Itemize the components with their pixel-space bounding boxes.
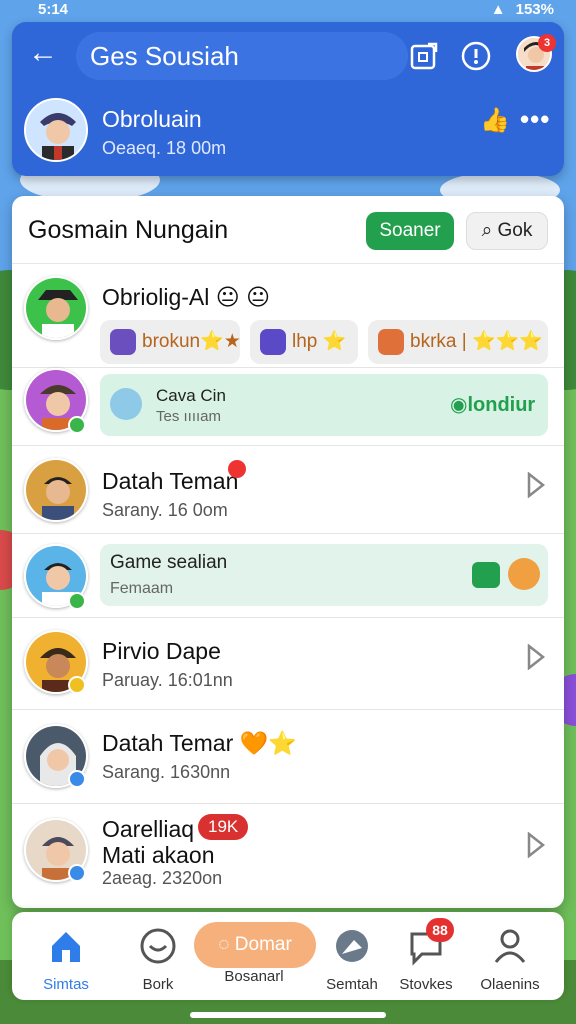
person-icon bbox=[494, 929, 526, 963]
stories-badge: 88 bbox=[426, 918, 454, 942]
tag-chip[interactable]: brokun⭐★ bbox=[100, 320, 240, 364]
chip-label: bkrka | ⭐⭐⭐ bbox=[410, 331, 543, 352]
search-field[interactable]: Ges Sousiah bbox=[76, 32, 408, 80]
tag-chip[interactable]: bkrka | ⭐⭐⭐ bbox=[368, 320, 548, 364]
nav-home[interactable]: Simtas bbox=[26, 922, 106, 996]
clock-icon bbox=[140, 928, 176, 964]
nav-label: Stovkes bbox=[399, 976, 453, 993]
avatar bbox=[24, 458, 88, 522]
search-button[interactable]: ⌕ Gok bbox=[466, 212, 548, 250]
game-invite-banner[interactable]: Cava Cin Tes ııııam ◉londiur bbox=[100, 374, 548, 436]
chevron-right-icon[interactable] bbox=[526, 832, 546, 858]
list-item[interactable]: Oarelliaq 19K Mati akaon 2aeag. 2320on bbox=[12, 804, 564, 908]
contact-name-secondary: Mati akaon bbox=[102, 842, 215, 868]
explore-icon bbox=[336, 930, 368, 962]
banner-subtitle: Femaam bbox=[110, 580, 174, 597]
battery-level: 153% bbox=[515, 0, 554, 18]
contact-name: Oarelliaq bbox=[102, 816, 195, 842]
home-indicator bbox=[190, 1012, 386, 1018]
nav-label: Bosanarl bbox=[224, 968, 284, 985]
tag-chip[interactable]: lhp ⭐ bbox=[250, 320, 358, 364]
contact-name: Datah Temar 🧡⭐ bbox=[102, 730, 297, 756]
status-bar: 5:14 ▲ 153% bbox=[0, 0, 576, 18]
chat-avatar-image bbox=[26, 100, 86, 160]
bottom-navigation: Simtas Bork ◌ Domar Bosanarl Semtah Stov… bbox=[12, 912, 564, 1000]
game-icon bbox=[378, 328, 404, 355]
nav-label: Olaenins bbox=[480, 976, 540, 993]
nav-search[interactable]: Semtah bbox=[312, 922, 392, 996]
search-button-label: Gok bbox=[497, 220, 533, 241]
online-status-icon bbox=[68, 592, 86, 610]
count-badge: 19K bbox=[198, 814, 249, 840]
nav-label: Simtas bbox=[43, 976, 89, 993]
game-session-banner[interactable]: Game sealian Femaam bbox=[100, 544, 548, 606]
chevron-right-icon[interactable] bbox=[526, 644, 546, 670]
signal-icon: ▲ bbox=[490, 0, 506, 18]
banner-action-label: londiur bbox=[467, 394, 536, 416]
center-action-button[interactable]: ◌ Domar bbox=[194, 922, 316, 968]
contact-name: Datah Teman bbox=[102, 468, 239, 494]
chevron-right-icon[interactable] bbox=[526, 472, 546, 498]
pin-icon bbox=[228, 460, 246, 478]
player-avatar bbox=[508, 558, 540, 590]
avatar bbox=[24, 276, 88, 340]
play-icon: ◉ bbox=[450, 394, 468, 416]
chat-header: ← Ges Sousiah 3 Obroluain Oeaeq. 18 00m … bbox=[12, 22, 564, 176]
list-item[interactable]: Datah Teman Sarany. 16 0om bbox=[12, 446, 564, 534]
game-icon bbox=[110, 388, 142, 420]
banner-action[interactable]: ◉londiur bbox=[450, 392, 535, 417]
notification-badge: 3 bbox=[538, 34, 556, 52]
search-icon: ⌕ bbox=[481, 220, 498, 241]
chip-label: lhp ⭐ bbox=[292, 331, 347, 352]
last-seen: Sarany. 16 0om bbox=[102, 500, 228, 520]
avatar-image bbox=[26, 460, 86, 520]
banner-title: Game sealian bbox=[110, 552, 228, 573]
banner-title: Cava Cin bbox=[156, 386, 226, 405]
chat-subtitle: Oeaeq. 18 00m bbox=[102, 138, 227, 158]
online-status-icon bbox=[68, 416, 86, 434]
info-icon[interactable] bbox=[460, 40, 492, 72]
friends-list-panel: Gosmain Nungain Soaner ⌕ Gok Obriolig-Al… bbox=[12, 196, 564, 908]
center-action-label: Domar bbox=[234, 934, 292, 955]
phone-icon: ◌ bbox=[218, 934, 235, 955]
back-arrow-icon[interactable]: ← bbox=[28, 38, 60, 70]
thumbs-up-icon[interactable]: 👍 bbox=[480, 106, 510, 135]
game-icon bbox=[260, 328, 286, 355]
chat-avatar bbox=[24, 98, 88, 162]
active-chat[interactable]: Obroluain Oeaeq. 18 00m 👍 ••• bbox=[12, 92, 564, 172]
list-item[interactable]: Pirvio Dape Paruay. 16:01nn bbox=[12, 618, 564, 710]
chip-label: brokun⭐★ bbox=[142, 331, 240, 352]
chat-title: Obroluain bbox=[102, 106, 202, 132]
list-item[interactable]: Datah Temar 🧡⭐ Sarang. 1630nn bbox=[12, 710, 564, 804]
status-time: 5:14 bbox=[38, 0, 69, 18]
contact-name: Obriolig-Al 😐 😐 bbox=[102, 284, 271, 310]
panel-title: Gosmain Nungain bbox=[28, 216, 229, 244]
contact-name: Pirvio Dape bbox=[102, 638, 221, 664]
home-icon bbox=[52, 932, 80, 962]
avatar-image bbox=[26, 278, 86, 338]
status-icon bbox=[68, 770, 86, 788]
game-icon bbox=[110, 328, 136, 355]
last-seen: 2aeag. 2320on bbox=[102, 868, 223, 888]
status-icon bbox=[68, 864, 86, 882]
list-item[interactable]: Cava Cin Tes ııııam ◉londiur bbox=[12, 368, 564, 446]
nav-profile[interactable]: Olaenins bbox=[470, 922, 550, 996]
last-seen: Sarang. 1630nn bbox=[102, 762, 231, 782]
more-options-icon[interactable]: ••• bbox=[520, 104, 550, 135]
nav-label: Semtah bbox=[326, 976, 378, 993]
video-call-icon[interactable] bbox=[472, 562, 500, 588]
banner-subtitle: Tes ııııam bbox=[156, 408, 222, 425]
last-seen: Paruay. 16:01nn bbox=[102, 670, 233, 690]
share-icon[interactable] bbox=[408, 40, 440, 72]
away-status-icon bbox=[68, 676, 86, 694]
list-item[interactable]: Game sealian Femaam bbox=[12, 534, 564, 618]
primary-action-button[interactable]: Soaner bbox=[366, 212, 454, 250]
list-item[interactable]: Obriolig-Al 😐 😐 brokun⭐★ lhp ⭐ bkrka | ⭐… bbox=[12, 266, 564, 368]
